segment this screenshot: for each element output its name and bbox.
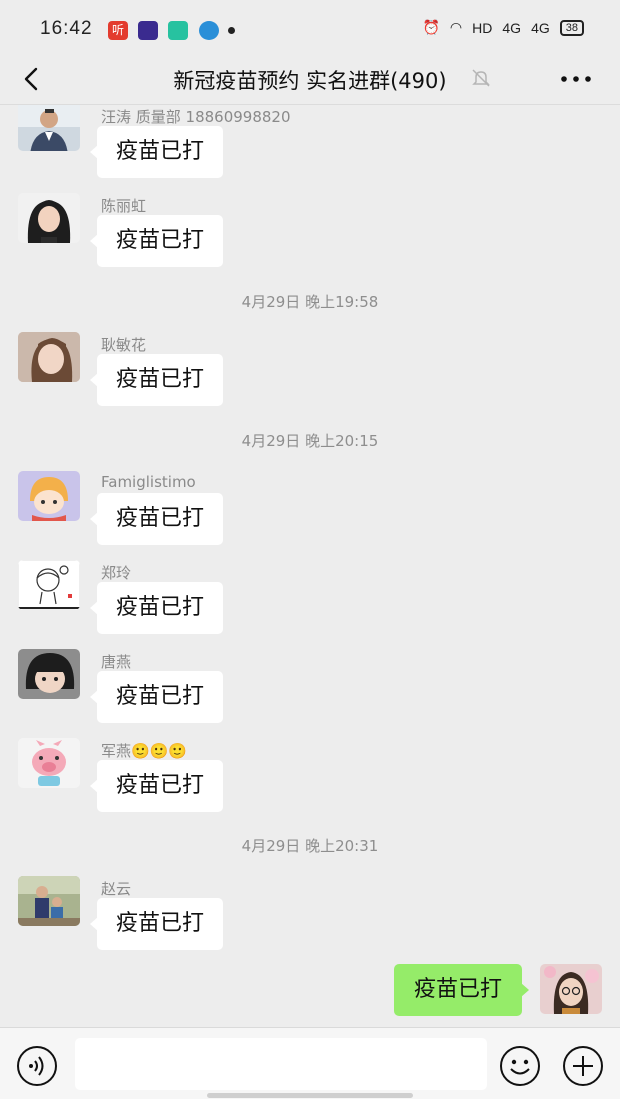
signal-2-label: 4G bbox=[531, 19, 550, 36]
message-input[interactable] bbox=[75, 1038, 487, 1090]
home-indicator[interactable] bbox=[207, 1093, 413, 1098]
notification-dot-icon bbox=[228, 27, 235, 34]
message-bubble[interactable]: 疫苗已打 bbox=[89, 898, 224, 950]
message-bubble[interactable]: 疫苗已打 bbox=[89, 582, 224, 634]
sender-name: 赵云 bbox=[101, 880, 132, 898]
message-bubble[interactable]: 疫苗已打 bbox=[89, 126, 224, 178]
sender-name: 汪涛 质量部 18860998820 bbox=[101, 108, 291, 126]
sender-name: Famiglistimo bbox=[101, 473, 196, 491]
green-app-icon bbox=[168, 21, 188, 40]
avatar[interactable] bbox=[18, 471, 80, 521]
signal-1-label: 4G bbox=[502, 19, 522, 36]
avatar[interactable] bbox=[18, 193, 80, 243]
message-bubble[interactable]: 疫苗已打 bbox=[89, 354, 224, 406]
message-bubble[interactable]: 疫苗已打 bbox=[89, 671, 224, 723]
hd-label: HD bbox=[472, 19, 493, 36]
more-dots-icon[interactable] bbox=[560, 72, 592, 86]
emoji-icon[interactable] bbox=[499, 1045, 541, 1087]
alarm-icon: ⏰ bbox=[422, 19, 440, 35]
battery-icon: 38 bbox=[559, 19, 584, 36]
timestamp: 4月29日 晚上19:58 bbox=[241, 293, 379, 311]
input-bar bbox=[0, 1027, 620, 1099]
chat-title: 新冠疫苗预约 实名进群(490) bbox=[173, 69, 447, 93]
avatar[interactable] bbox=[18, 876, 80, 926]
chat-area[interactable]: 汪涛 质量部 18860998820 疫苗已打 陈丽虹 疫苗已打 4月29日 晚… bbox=[0, 105, 620, 1027]
voice-icon[interactable] bbox=[16, 1045, 58, 1087]
sender-name: 耿敏花 bbox=[101, 336, 147, 354]
self-avatar[interactable] bbox=[540, 964, 602, 1014]
sender-name: 陈丽虹 bbox=[101, 197, 147, 215]
avatar[interactable] bbox=[18, 105, 80, 151]
listen-app-icon: 听 bbox=[108, 21, 128, 40]
sender-name: 唐燕 bbox=[101, 653, 132, 671]
wifi-icon: ◠ bbox=[449, 19, 463, 35]
message-bubble[interactable]: 疫苗已打 bbox=[89, 760, 224, 812]
video-app-icon bbox=[138, 21, 158, 40]
status-time: 16:42 bbox=[40, 18, 93, 39]
avatar[interactable] bbox=[18, 332, 80, 382]
status-bar: 16:42 听 ⏰ ◠ HD 4G 4G 38 bbox=[0, 0, 620, 56]
sender-name: 郑玲 bbox=[101, 564, 132, 582]
message-bubble[interactable]: 疫苗已打 bbox=[89, 215, 224, 267]
timestamp: 4月29日 晚上20:15 bbox=[241, 432, 379, 450]
avatar[interactable] bbox=[18, 560, 80, 610]
message-bubble[interactable]: 疫苗已打 bbox=[89, 493, 224, 545]
plus-icon[interactable] bbox=[562, 1045, 604, 1087]
bell-off-icon bbox=[472, 69, 490, 87]
avatar[interactable] bbox=[18, 649, 80, 699]
sender-name: 军燕🙂🙂🙂 bbox=[101, 742, 188, 760]
self-message-bubble[interactable]: 疫苗已打 bbox=[393, 964, 530, 1016]
chat-header: 新冠疫苗预约 实名进群(490) bbox=[0, 56, 620, 105]
timestamp: 4月29日 晚上20:31 bbox=[241, 837, 379, 855]
blue-app-icon bbox=[199, 21, 219, 40]
system-indicators: ⏰ ◠ HD 4G 4G 38 bbox=[422, 19, 584, 36]
avatar[interactable] bbox=[18, 738, 80, 788]
